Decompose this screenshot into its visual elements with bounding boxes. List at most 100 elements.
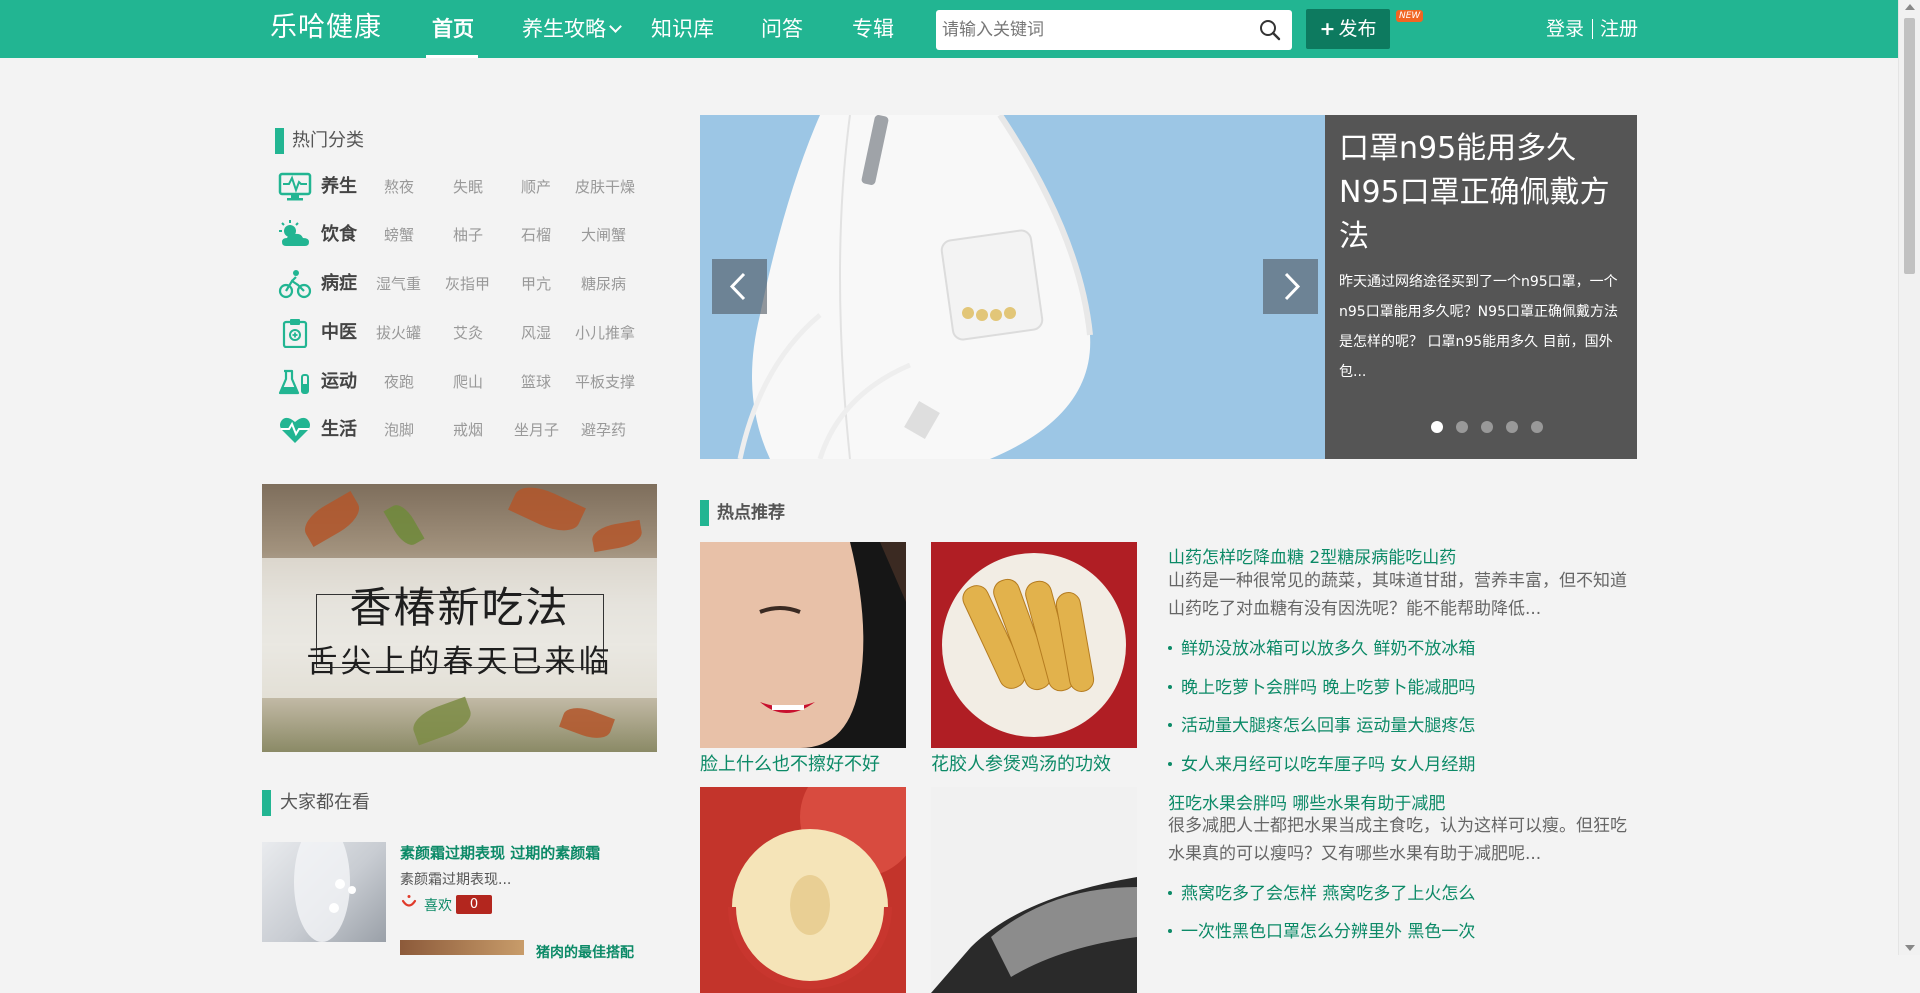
scroll-down-arrow-icon[interactable] — [1905, 945, 1915, 951]
list-item-thumbnail[interactable] — [262, 822, 386, 942]
register-link[interactable]: 注册 — [1600, 0, 1638, 58]
list-item-desc: 素颜霜过期表现... — [400, 872, 512, 888]
bullet-icon — [1168, 929, 1172, 933]
heart-pulse-icon — [280, 417, 310, 443]
category-row-disease: 病症 湿气重 灰指甲 甲亢 糖尿病 — [278, 266, 658, 302]
category-tag[interactable]: 熬夜 — [384, 169, 414, 205]
leaf-decoration — [590, 519, 644, 553]
promo-banner[interactable]: 香椿新吃法 舌尖上的春天已来临 — [262, 484, 657, 752]
nav-qa[interactable]: 问答 — [761, 0, 803, 58]
section-marker — [275, 128, 284, 154]
category-tag[interactable]: 甲亢 — [521, 266, 551, 302]
nav-active-underline — [426, 55, 478, 58]
category-name[interactable]: 病症 — [321, 266, 357, 302]
vertical-scrollbar[interactable] — [1898, 0, 1920, 955]
hot-link[interactable]: 晚上吃萝卜会胖吗 晚上吃萝卜能减肥吗 — [1168, 673, 1475, 698]
category-tag[interactable]: 拔火罐 — [376, 315, 421, 351]
slider-prev-button[interactable] — [712, 259, 767, 314]
login-link[interactable]: 登录 — [1546, 0, 1584, 58]
hot-link-label: 晚上吃萝卜会胖吗 晚上吃萝卜能减肥吗 — [1181, 678, 1476, 698]
article-caption[interactable]: 脸上什么也不擦好不好 — [700, 750, 880, 776]
category-tag[interactable]: 灰指甲 — [445, 266, 490, 302]
category-tag[interactable]: 湿气重 — [376, 266, 421, 302]
category-tag[interactable]: 失眠 — [453, 169, 483, 205]
auth-divider — [1592, 19, 1593, 39]
list-item-title[interactable]: 猪肉的最佳搭配 — [536, 942, 634, 962]
featured-article-desc: 山药是一种很常见的蔬菜，其味道甘甜，营养丰富，但不知道山药吃了对血糖有没有因洗呢… — [1168, 571, 1627, 619]
article-thumbnail[interactable] — [700, 542, 906, 748]
nav-knowledge-base[interactable]: 知识库 — [651, 0, 714, 58]
slider-dot[interactable] — [1431, 421, 1443, 433]
category-tag[interactable]: 糖尿病 — [581, 266, 626, 302]
hot-link[interactable]: 女人来月经可以吃车厘子吗 女人月经期 — [1168, 750, 1475, 775]
category-tag[interactable]: 避孕药 — [581, 412, 626, 448]
category-tag[interactable]: 皮肤干燥 — [575, 169, 635, 205]
lab-flask-icon — [278, 369, 309, 395]
category-tag[interactable]: 坐月子 — [514, 412, 559, 448]
article-thumbnail[interactable] — [931, 542, 1137, 748]
category-tag[interactable]: 螃蟹 — [384, 217, 414, 253]
bullet-icon — [1168, 762, 1172, 766]
category-tag[interactable]: 风湿 — [521, 315, 551, 351]
slide-title[interactable]: 口罩n95能用多久 N95口罩正确佩戴方法 — [1339, 127, 1629, 259]
article-thumbnail[interactable] — [931, 787, 1137, 993]
category-tag[interactable]: 柚子 — [453, 217, 483, 253]
article-thumbnail[interactable] — [700, 787, 906, 993]
hot-link-label: 燕窝吃多了会怎样 燕窝吃多了上火怎么 — [1181, 884, 1476, 904]
section-marker — [262, 790, 271, 816]
featured-article-title[interactable]: 山药怎样吃降血糖 2型糖尿病能吃山药 — [1168, 543, 1456, 568]
nav-health-tips[interactable]: 养生攻略 — [522, 0, 622, 58]
category-tag[interactable]: 戒烟 — [453, 412, 483, 448]
slider-dot[interactable] — [1531, 421, 1543, 433]
category-tag[interactable]: 艾灸 — [453, 315, 483, 351]
hot-link[interactable]: 鲜奶没放冰箱可以放多久 鲜奶不放冰箱 — [1168, 634, 1475, 659]
site-logo[interactable]: 乐哈健康 — [270, 9, 382, 47]
scrollbar-thumb[interactable] — [1904, 18, 1915, 274]
smile-icon[interactable] — [400, 894, 418, 912]
n95-mask-image — [737, 115, 1093, 459]
hot-link[interactable]: 燕窝吃多了会怎样 燕窝吃多了上火怎么 — [1168, 879, 1475, 904]
publish-button[interactable]: + 发布 — [1306, 9, 1390, 49]
plus-icon: + — [1319, 18, 1336, 40]
category-tag[interactable]: 平板支撑 — [575, 364, 635, 400]
chevron-left-icon — [729, 272, 746, 301]
category-name[interactable]: 生活 — [321, 412, 357, 448]
list-item-thumbnail[interactable] — [400, 940, 524, 955]
category-row-sports: 运动 夜跑 爬山 篮球 平板支撑 — [278, 364, 658, 400]
featured-article-title[interactable]: 狂吃水果会胖吗 哪些水果有助于减肥 — [1168, 789, 1445, 814]
category-tag[interactable]: 石榴 — [521, 217, 551, 253]
category-tag[interactable]: 顺产 — [521, 169, 551, 205]
article-caption[interactable]: 花胶人参煲鸡汤的功效 — [931, 750, 1111, 776]
slider-dot[interactable] — [1481, 421, 1493, 433]
category-name[interactable]: 饮食 — [321, 217, 357, 253]
cyclist-icon — [278, 270, 312, 299]
category-name[interactable]: 中医 — [321, 315, 357, 351]
slider-dot[interactable] — [1456, 421, 1468, 433]
list-item-title[interactable]: 素颜霜过期表现 过期的素颜霜 — [400, 842, 600, 863]
category-tag[interactable]: 爬山 — [453, 364, 483, 400]
category-name[interactable]: 养生 — [321, 169, 357, 205]
hot-link-label: 一次性黑色口罩怎么分辨里外 黑色一次 — [1181, 922, 1476, 942]
category-tag[interactable]: 泡脚 — [384, 412, 414, 448]
slider-image[interactable] — [700, 115, 1325, 459]
category-name[interactable]: 运动 — [321, 364, 357, 400]
category-tag[interactable]: 小儿推拿 — [575, 315, 635, 351]
category-tag[interactable]: 篮球 — [521, 364, 551, 400]
publish-label: 发布 — [1338, 18, 1377, 40]
slider-dot[interactable] — [1506, 421, 1518, 433]
slider-next-button[interactable] — [1263, 259, 1318, 314]
search-input[interactable] — [936, 10, 1242, 50]
search-icon[interactable] — [1258, 18, 1282, 42]
like-button[interactable]: 喜欢 — [424, 895, 452, 915]
nav-home[interactable]: 首页 — [432, 0, 474, 58]
nav-albums[interactable]: 专辑 — [852, 0, 894, 58]
chevron-right-icon — [1284, 272, 1301, 301]
bullet-icon — [1168, 685, 1172, 689]
like-count-badge: 0 — [456, 895, 492, 914]
hot-link[interactable]: 一次性黑色口罩怎么分辨里外 黑色一次 — [1168, 917, 1475, 942]
category-tag[interactable]: 夜跑 — [384, 364, 414, 400]
hot-link[interactable]: 活动量大腿疼怎么回事 运动量大腿疼怎 — [1168, 711, 1475, 736]
scroll-up-arrow-icon[interactable] — [1905, 4, 1915, 10]
category-tag[interactable]: 大闸蟹 — [581, 217, 626, 253]
leaf-decoration — [559, 702, 615, 744]
